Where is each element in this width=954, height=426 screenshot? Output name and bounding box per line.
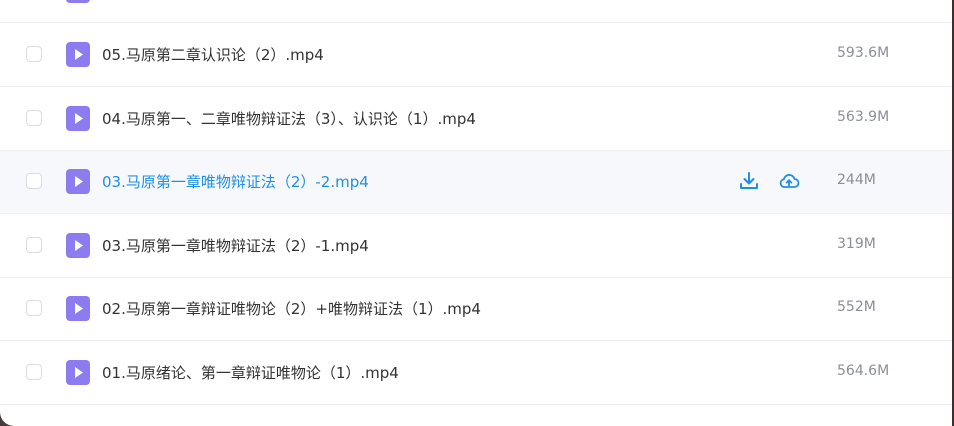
video-file-icon xyxy=(66,233,90,258)
row-checkbox[interactable] xyxy=(26,237,42,253)
video-file-icon xyxy=(66,296,90,321)
row-checkbox[interactable] xyxy=(26,364,42,380)
cloud-save-icon[interactable] xyxy=(778,170,800,192)
row-checkbox[interactable] xyxy=(26,300,42,316)
download-icon[interactable] xyxy=(738,170,760,192)
file-row-partial[interactable] xyxy=(0,0,952,23)
video-file-icon xyxy=(66,42,90,67)
video-file-icon xyxy=(66,169,90,194)
file-list-panel: 05.马原第二章认识论（2）.mp4 593.6M 04.马原第一、二章唯物辩证… xyxy=(0,0,954,426)
video-file-icon xyxy=(66,0,90,3)
file-row[interactable]: 02.马原第一章辩证唯物论（2）+唯物辩证法（1）.mp4 552M xyxy=(0,278,952,341)
file-name[interactable]: 05.马原第二章认识论（2）.mp4 xyxy=(102,44,324,65)
file-name[interactable]: 04.马原第一、二章唯物辩证法（3）、认识论（1）.mp4 xyxy=(102,108,476,129)
file-row[interactable]: 05.马原第二章认识论（2）.mp4 593.6M xyxy=(0,24,952,87)
file-size: 244M xyxy=(837,172,876,188)
file-size: 593.6M xyxy=(837,45,890,61)
video-file-icon xyxy=(66,106,90,131)
video-file-icon xyxy=(66,360,90,385)
file-row[interactable]: 04.马原第一、二章唯物辩证法（3）、认识论（1）.mp4 563.9M xyxy=(0,88,952,151)
file-name[interactable]: 02.马原第一章辩证唯物论（2）+唯物辩证法（1）.mp4 xyxy=(102,298,481,319)
file-size: 563.9M xyxy=(837,109,890,125)
row-checkbox[interactable] xyxy=(26,46,42,62)
file-name[interactable]: 03.马原第一章唯物辩证法（2）-1.mp4 xyxy=(102,235,369,256)
file-size: 564.6M xyxy=(837,363,890,379)
file-row[interactable]: 03.马原第一章唯物辩证法（2）-1.mp4 319M xyxy=(0,215,952,278)
file-size: 552M xyxy=(837,299,876,315)
row-checkbox[interactable] xyxy=(26,110,42,126)
file-row-hovered[interactable]: 03.马原第一章唯物辩证法（2）-2.mp4 244M xyxy=(0,151,952,214)
file-row[interactable]: 01.马原绪论、第一章辩证唯物论（1）.mp4 564.6M xyxy=(0,342,952,405)
row-checkbox[interactable] xyxy=(26,173,42,189)
file-size: 319M xyxy=(837,236,876,252)
file-name[interactable]: 01.马原绪论、第一章辩证唯物论（1）.mp4 xyxy=(102,362,399,383)
file-name[interactable]: 03.马原第一章唯物辩证法（2）-2.mp4 xyxy=(102,171,369,192)
